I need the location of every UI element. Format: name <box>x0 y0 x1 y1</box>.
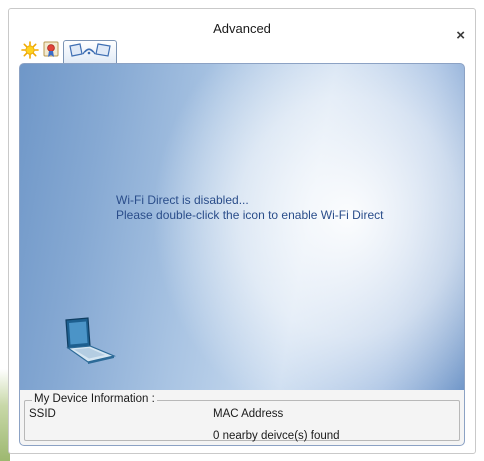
ssid-label: SSID <box>29 408 56 420</box>
sun-icon <box>21 40 39 64</box>
tab-wifi-direct[interactable] <box>63 40 117 63</box>
laptop-icon <box>58 317 118 370</box>
device-info-group: My Device Information : SSID MAC Address… <box>24 393 460 442</box>
tab-bar <box>21 37 117 63</box>
enable-wifi-direct-device[interactable] <box>58 316 118 366</box>
advanced-window: Advanced × Wi-Fi Direct is disabled... P… <box>8 8 476 454</box>
wifi-direct-icon <box>67 41 113 64</box>
tab-certificate[interactable] <box>42 41 60 63</box>
device-info-area: My Device Information : SSID MAC Address… <box>20 390 464 445</box>
status-message: Wi-Fi Direct is disabled... Please doubl… <box>116 193 383 223</box>
window-title: Advanced <box>213 21 271 36</box>
certificate-icon <box>42 40 60 65</box>
wifi-direct-panel: Wi-Fi Direct is disabled... Please doubl… <box>19 63 465 446</box>
device-info-legend: My Device Information : <box>32 393 157 405</box>
mac-address-label: MAC Address <box>213 408 284 420</box>
nearby-devices-count: 0 nearby deivce(s) found <box>213 430 340 442</box>
close-button[interactable]: × <box>456 28 465 43</box>
status-line-disabled: Wi-Fi Direct is disabled... <box>116 193 249 207</box>
status-line-instruction: Please double-click the icon to enable W… <box>116 208 384 222</box>
tab-general[interactable] <box>21 40 39 64</box>
